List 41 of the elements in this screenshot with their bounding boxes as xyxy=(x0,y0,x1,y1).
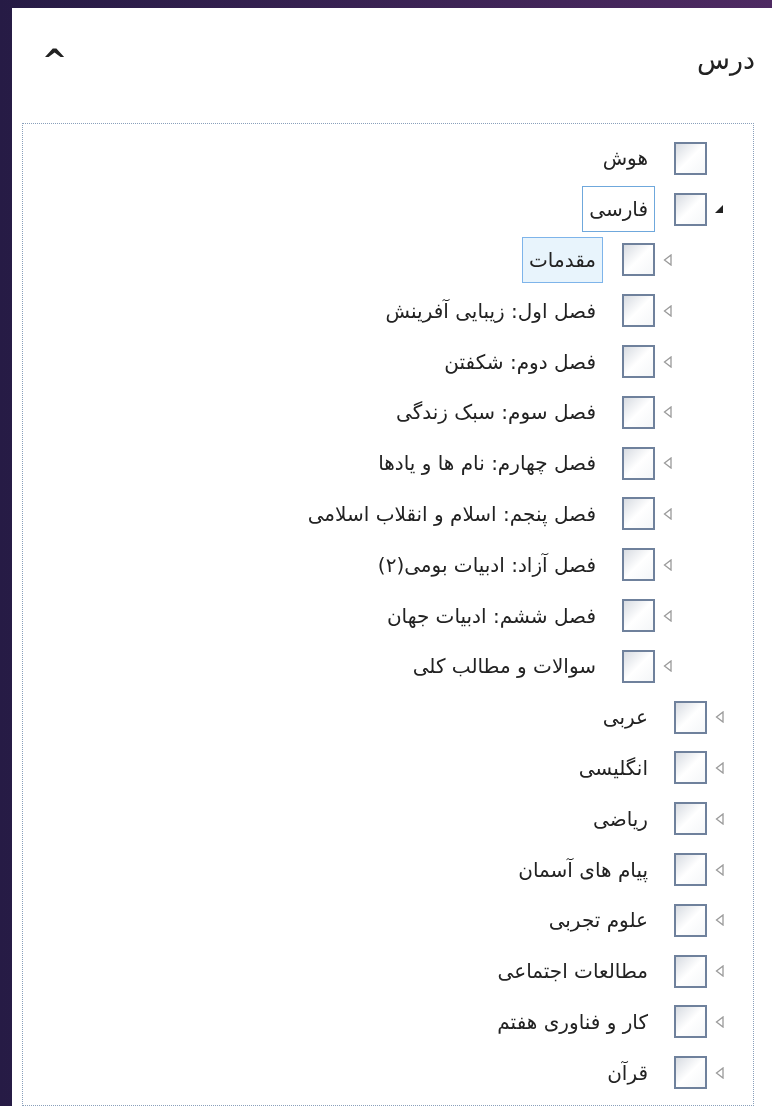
expand-arrow-icon[interactable] xyxy=(662,558,672,571)
expand-arrow-icon[interactable] xyxy=(714,761,724,774)
checkbox[interactable] xyxy=(622,497,655,531)
checkbox[interactable] xyxy=(674,1005,707,1039)
expand-arrow-icon[interactable] xyxy=(662,660,672,673)
checkbox[interactable] xyxy=(674,751,707,785)
checkbox[interactable] xyxy=(674,853,707,887)
expand-arrow-icon[interactable] xyxy=(714,812,724,825)
checkbox[interactable] xyxy=(674,192,707,226)
expand-arrow-icon[interactable] xyxy=(662,355,672,368)
expand-arrow-icon[interactable] xyxy=(662,457,672,470)
expand-arrow-icon[interactable] xyxy=(714,1066,724,1079)
checkbox[interactable] xyxy=(622,395,655,429)
expand-arrow-icon[interactable] xyxy=(662,254,672,266)
expand-arrow-icon[interactable] xyxy=(714,1015,724,1028)
expand-arrow-icon[interactable] xyxy=(662,609,672,622)
expand-arrow-icon[interactable] xyxy=(662,304,672,317)
expand-arrow-icon[interactable] xyxy=(714,914,724,927)
checkbox[interactable] xyxy=(674,700,707,734)
checkbox[interactable] xyxy=(622,243,655,277)
checkbox[interactable] xyxy=(674,802,707,836)
tree-item-label[interactable]: فارسی xyxy=(582,186,655,233)
tree-item-label[interactable]: مقدمات xyxy=(522,237,603,283)
collapse-arrow-icon[interactable] xyxy=(714,204,724,215)
checkbox[interactable] xyxy=(622,345,655,379)
checkbox[interactable] xyxy=(622,649,655,683)
expand-arrow-icon[interactable] xyxy=(714,965,724,978)
checkbox[interactable] xyxy=(622,599,655,633)
checkbox[interactable] xyxy=(674,903,707,937)
checkbox[interactable] xyxy=(622,294,655,328)
expand-arrow-icon[interactable] xyxy=(714,711,724,724)
checkbox[interactable] xyxy=(622,446,655,480)
collapse-button[interactable]: ^ xyxy=(38,45,72,76)
expand-arrow-icon[interactable] xyxy=(662,406,672,419)
panel-title: درس xyxy=(696,43,755,78)
checkbox[interactable] xyxy=(674,954,707,988)
expand-arrow-icon[interactable] xyxy=(714,863,724,876)
checkbox[interactable] xyxy=(674,1056,707,1090)
checkbox[interactable] xyxy=(674,141,707,175)
checkbox[interactable] xyxy=(622,548,655,582)
expand-arrow-icon[interactable] xyxy=(662,507,672,520)
